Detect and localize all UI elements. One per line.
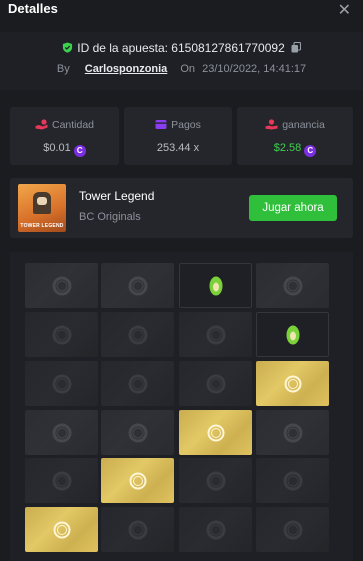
stat-payout: Pagos 253.44 x [124,107,232,165]
coin-ring-icon [283,471,302,490]
game-name: Tower Legend [79,189,155,203]
close-icon[interactable]: ✕ [338,0,351,19]
coin-icon: C [73,145,86,157]
tower-board [10,252,353,561]
tower-tile [179,312,252,357]
coin-ring-icon [128,325,147,344]
tower-tile [179,263,252,308]
coin-ring-icon [128,520,147,539]
shield-check-icon [63,42,73,53]
play-now-button[interactable]: Jugar ahora [249,195,337,221]
tower-tile [25,263,98,308]
bet-info: ID de la apuesta: 61508127861770092 By C… [0,32,363,90]
tower-tile [256,312,329,357]
stat-payout-value: 253.44 x [156,142,200,154]
wallet-icon [155,120,167,129]
coin-ring-icon [52,276,71,295]
profit-icon [265,119,278,130]
game-thumbnail-text: TOWER LEGEND [20,223,64,229]
stat-profit-value: $2.58 [273,142,302,154]
tower-tile [101,312,174,357]
tower-tile [101,458,174,503]
coin-ring-icon [128,276,147,295]
tower-tile [25,507,98,552]
tower-tile [179,410,252,455]
coin-ring-icon [283,276,302,295]
bet-id: ID de la apuesta: 61508127861770092 [77,41,285,55]
coin-ring-icon [53,521,70,538]
coin-icon: C [304,145,317,157]
coin-ring-icon [206,325,225,344]
tower-tile [25,361,98,406]
tower-tile [101,361,174,406]
stat-profit-label: ganancia [282,119,325,131]
coin-ring-icon [283,423,302,442]
egg-icon [286,325,299,344]
bet-byline: By Carlosponzonia On 23/10/2022, 14:41:1… [0,63,363,75]
tower-tile [256,263,329,308]
coin-ring-icon [52,374,71,393]
modal-title: Detalles [8,1,58,16]
coin-ring-icon [283,520,302,539]
coin-ring-icon [284,375,301,392]
tower-tile [101,263,174,308]
game-thumbnail[interactable]: TOWER LEGEND [18,184,66,232]
hand-coins-icon [35,119,48,130]
tower-tile [256,410,329,455]
tower-tile [179,458,252,503]
coin-ring-icon [52,423,71,442]
tower-tile [25,458,98,503]
egg-icon [209,276,222,295]
coin-ring-icon [206,520,225,539]
stat-amount: Cantidad $0.01 C [10,107,119,165]
game-provider: BC Originals [79,211,141,223]
coin-ring-icon [206,374,225,393]
tower-tile [256,507,329,552]
tower-tile [101,410,174,455]
game-card: TOWER LEGEND Tower Legend BC Originals J… [10,178,353,238]
stat-amount-label: Cantidad [51,119,95,131]
copy-icon[interactable] [291,42,301,53]
tower-tile [25,410,98,455]
tower-tile [25,312,98,357]
bet-date: 23/10/2022, 14:41:17 [202,63,307,75]
coin-ring-icon [206,471,225,490]
tower-tile [101,507,174,552]
coin-ring-icon [207,424,224,441]
tower-tile [179,361,252,406]
coin-ring-icon [52,471,71,490]
tower-tile [179,507,252,552]
coin-ring-icon [52,325,71,344]
coin-ring-icon [128,423,147,442]
stat-amount-value: $0.01 [43,142,71,154]
by-label: By [56,63,70,75]
modal-header: Detalles ✕ [0,0,363,32]
on-label: On [180,63,196,75]
coin-ring-icon [128,374,147,393]
coin-ring-icon [129,472,146,489]
stat-payout-label: Pagos [171,119,201,131]
bet-id-line: ID de la apuesta: 61508127861770092 [0,41,363,55]
stat-profit: ganancia $2.58 C [237,107,353,165]
tower-tile [256,361,329,406]
tower-tile [256,458,329,503]
player-name-link[interactable]: Carlosponzonia [85,63,168,75]
